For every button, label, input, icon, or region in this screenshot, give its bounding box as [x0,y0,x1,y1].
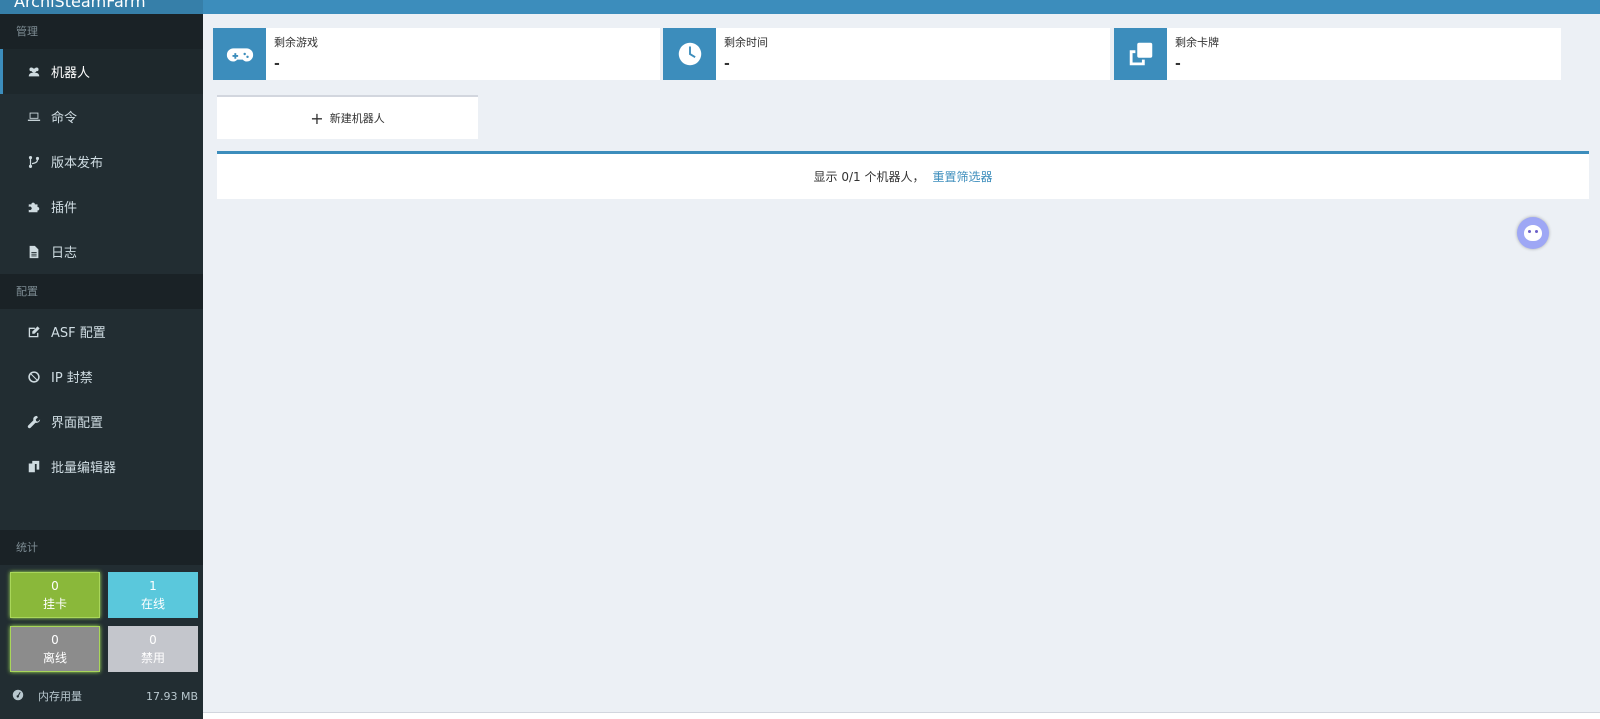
info-box-value: - [1175,56,1181,72]
info-box-title: 剩余时间 [724,36,768,49]
sidebar-item-label: ASF 配置 [51,326,106,341]
top-navbar [203,0,1600,14]
section-header-stats: 统计 [0,530,203,565]
puzzle-icon [25,200,43,214]
sidebar-item-label: 批量编辑器 [51,461,117,476]
ban-icon [25,370,43,384]
bots-list-box: 显示 0/1 个机器人， 重置筛选器 [217,151,1589,199]
stat-farming[interactable]: 0 挂卡 [10,572,100,618]
memory-usage: 内存用量 17.93 MB [12,688,198,704]
stat-label: 离线 [42,651,67,665]
sidebar-item-releases[interactable]: 版本发布 [0,139,203,184]
section-header-config: 配置 [0,274,203,309]
sidebar-item-label: 日志 [51,246,78,261]
sidebar-item-label: 版本发布 [51,156,104,171]
sidebar-item-label: 界面配置 [51,416,104,431]
sidebar-item-asf-config[interactable]: ASF 配置 [0,309,203,354]
stat-online[interactable]: 1 在线 [108,572,198,618]
info-box-title: 剩余游戏 [274,36,318,49]
info-box-cards-remaining: 剩余卡牌 - [1114,28,1561,80]
stat-disabled[interactable]: 0 禁用 [108,626,198,672]
laptop-icon [25,110,43,124]
floating-assistant-avatar[interactable] [1517,217,1549,249]
wrench-icon [25,415,43,429]
sidebar: ArchiSteamFarm 管理 机器人 命令 版本发布 插件 日志 配置 A… [0,0,203,719]
gamepad-icon [213,28,266,80]
sidebar-item-mass-editor[interactable]: 批量编辑器 [0,444,203,489]
stats-grid: 0 挂卡 1 在线 0 离线 0 禁用 [10,572,198,672]
plus-icon: + [310,108,324,128]
tachometer-icon [12,689,24,704]
file-icon [25,245,43,259]
sidebar-item-bots[interactable]: 机器人 [0,49,203,94]
bots-summary: 显示 0/1 个机器人， [813,170,925,184]
clone-icon [1114,28,1167,80]
new-bot-label: 新建机器人 [329,112,385,125]
sidebar-item-ip-ban[interactable]: IP 封禁 [0,354,203,399]
reset-filter-link[interactable]: 重置筛选器 [932,168,992,185]
info-box-title: 剩余卡牌 [1175,36,1219,49]
stat-value: 0 [51,579,59,593]
memory-label: 内存用量 [38,690,82,703]
sidebar-item-plugins[interactable]: 插件 [0,184,203,229]
stat-label: 挂卡 [42,597,67,611]
users-icon [25,65,43,79]
sidebar-item-log[interactable]: 日志 [0,229,203,274]
stat-value: 1 [149,579,157,593]
clock-icon [663,28,716,80]
main-content: 剩余游戏 - 剩余时间 - 剩余卡牌 - + 新建机器人 显示 0/1 个机器人… [203,14,1600,712]
footer [203,712,1600,719]
memory-value: 17.93 MB [145,689,198,703]
copy-icon [25,460,43,474]
sidebar-item-ui-config[interactable]: 界面配置 [0,399,203,444]
mascot-icon [1524,225,1542,241]
new-bot-button[interactable]: + 新建机器人 [217,95,478,139]
section-header-manage: 管理 [0,14,203,49]
stat-value: 0 [51,633,59,647]
sidebar-item-label: 命令 [51,111,78,126]
stat-value: 0 [149,633,157,647]
sidebar-item-label: IP 封禁 [51,371,93,386]
stat-label: 在线 [140,597,165,611]
brand-title[interactable]: ArchiSteamFarm [14,0,146,11]
sidebar-item-label: 机器人 [51,66,91,81]
stat-label: 禁用 [140,651,165,665]
info-box-time-remaining: 剩余时间 - [663,28,1110,80]
info-box-games-remaining: 剩余游戏 - [213,28,660,80]
app-root: ArchiSteamFarm 管理 机器人 命令 版本发布 插件 日志 配置 A… [0,0,1600,719]
sidebar-item-commands[interactable]: 命令 [0,94,203,139]
info-box-value: - [724,56,730,72]
sidebar-item-label: 插件 [51,201,78,216]
sidebar-brand-bar: ArchiSteamFarm [0,0,203,14]
info-box-value: - [274,56,280,72]
code-branch-icon [25,155,43,169]
stat-offline[interactable]: 0 离线 [10,626,100,672]
edit-icon [25,325,43,339]
